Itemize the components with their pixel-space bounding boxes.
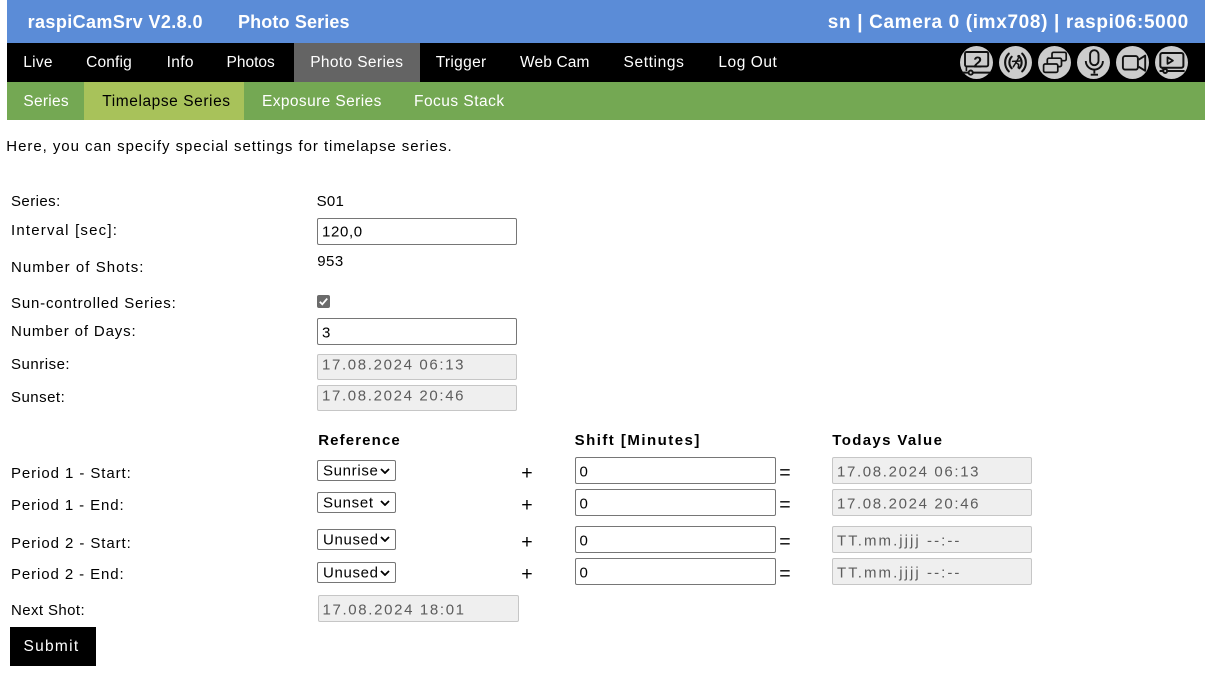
- svg-text:2: 2: [973, 54, 982, 71]
